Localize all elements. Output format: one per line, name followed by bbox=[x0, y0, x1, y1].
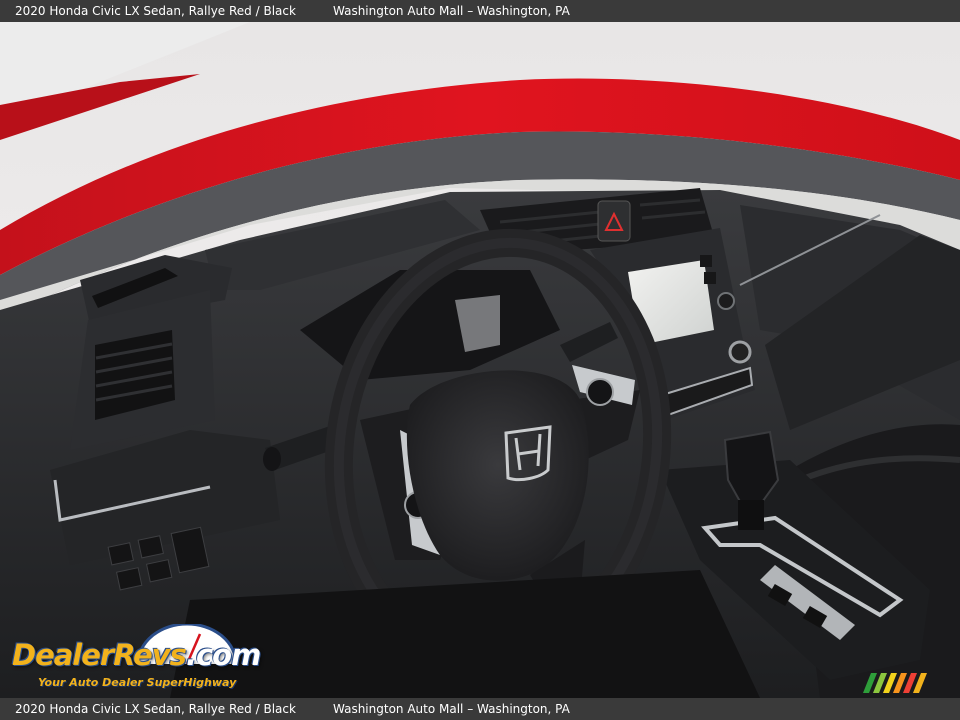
dealerrevs-logo: DealerRevs.com bbox=[12, 638, 261, 672]
dealerrevs-watermark: DealerRevs.com Your Auto Dealer SuperHig… bbox=[12, 624, 272, 696]
caption-bar-bottom: 2020 Honda Civic LX Sedan, Rallye Red / … bbox=[0, 698, 960, 720]
dealer-caption-bottom: Washington Auto Mall – Washington, PA bbox=[333, 702, 570, 716]
volume-knob bbox=[728, 340, 752, 364]
caption-bar-top: 2020 Honda Civic LX Sedan, Rallye Red / … bbox=[0, 0, 960, 22]
rainbow-stripes-icon bbox=[863, 673, 927, 693]
dealer-caption: Washington Auto Mall – Washington, PA bbox=[333, 4, 570, 18]
vehicle-caption: 2020 Honda Civic LX Sedan, Rallye Red / … bbox=[15, 4, 296, 18]
hazard-button bbox=[597, 200, 631, 242]
vehicle-caption-bottom: 2020 Honda Civic LX Sedan, Rallye Red / … bbox=[15, 702, 296, 716]
dealerrevs-tagline: Your Auto Dealer SuperHighway bbox=[38, 676, 237, 689]
car-interior-photo bbox=[0, 22, 960, 698]
